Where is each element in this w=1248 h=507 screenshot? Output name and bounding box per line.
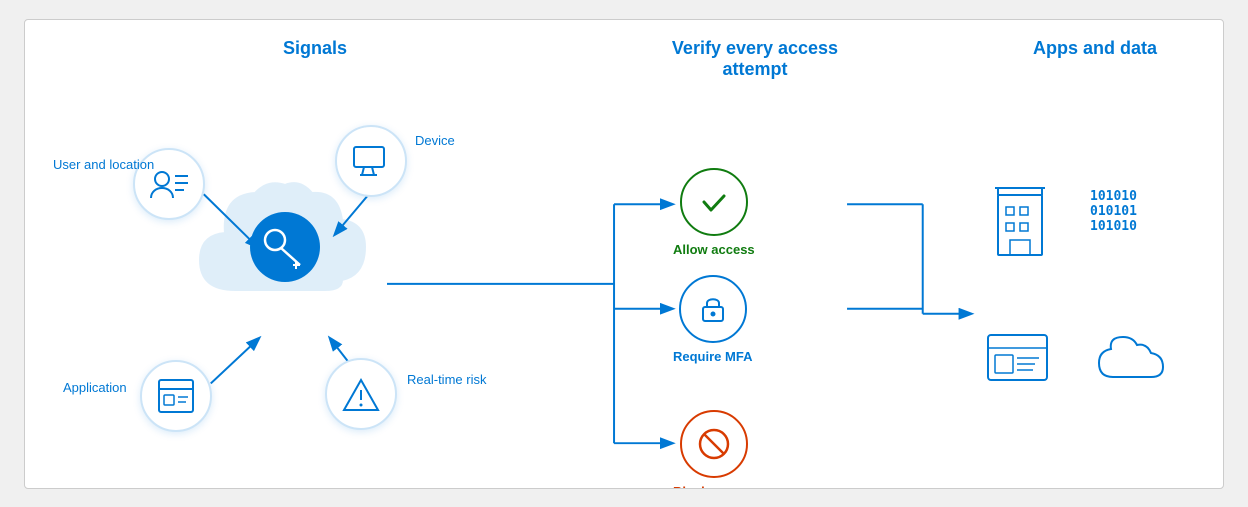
- realtime-risk-circle: [325, 358, 397, 430]
- application-circle: [140, 360, 212, 432]
- user-location-label: User and location: [53, 157, 154, 172]
- apps-header: Apps and data: [995, 38, 1195, 59]
- application-label: Application: [63, 380, 127, 395]
- data-grid-icon: 101010 010101 101010: [1090, 185, 1160, 250]
- device-label: Device: [415, 133, 455, 148]
- diagram-container: Signals Verify every access attempt Apps…: [24, 19, 1224, 489]
- require-mfa-label: Require MFA: [673, 349, 752, 364]
- verify-header: Verify every access attempt: [645, 38, 865, 81]
- building-icon: [990, 185, 1050, 265]
- svg-text:010101: 010101: [1090, 204, 1137, 219]
- allow-access-label: Allow access: [673, 242, 755, 257]
- realtime-risk-label: Real-time risk: [407, 372, 486, 387]
- block-access-item: Block access: [673, 410, 755, 489]
- svg-text:101010: 101010: [1090, 189, 1137, 204]
- allow-access-item: Allow access: [673, 168, 755, 257]
- signals-header: Signals: [225, 38, 405, 59]
- app-window-icon: [985, 330, 1050, 390]
- require-mfa-item: Require MFA: [673, 275, 752, 364]
- cloud-key: [180, 175, 390, 320]
- block-access-label: Block access: [673, 484, 755, 489]
- svg-text:101010: 101010: [1090, 219, 1137, 234]
- cloud-icon: [1095, 335, 1170, 395]
